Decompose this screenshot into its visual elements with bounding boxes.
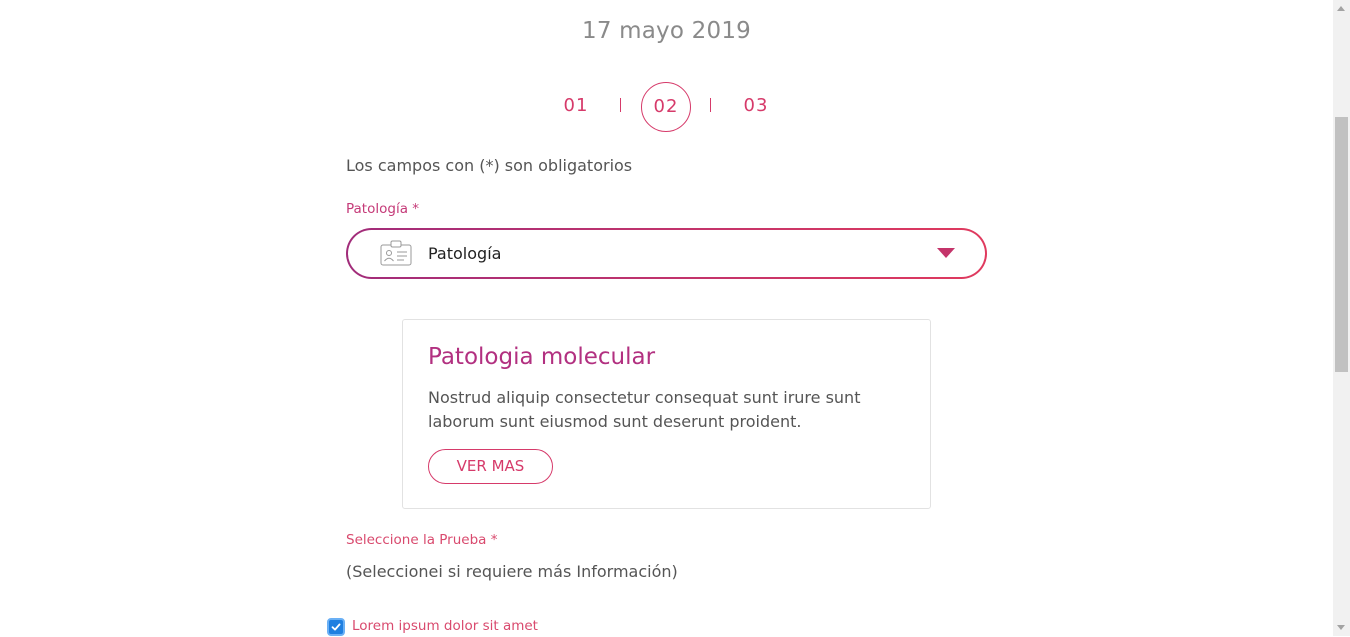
pathology-select-field[interactable]: Patología [348, 230, 985, 277]
step-1[interactable]: 01 [551, 82, 601, 132]
vertical-scrollbar[interactable] [1333, 0, 1350, 636]
test-option-checkbox[interactable] [327, 618, 345, 636]
scrollbar-thumb[interactable] [1335, 117, 1348, 372]
pathology-info-card: Patologia molecular Nostrud aliquip cons… [402, 319, 931, 509]
see-more-button[interactable]: VER MAS [428, 449, 553, 484]
test-label: Seleccione la Prueba * [346, 532, 498, 548]
test-hint: (Seleccionei si requiere más Información… [346, 562, 678, 581]
scroll-down-arrow-icon[interactable] [1337, 625, 1345, 630]
pathology-select-value: Patología [428, 244, 502, 263]
appointment-date: 17 mayo 2019 [581, 18, 751, 44]
step-indicator: 01 02 03 [0, 82, 1333, 132]
required-fields-note: Los campos con (*) son obligatorios [346, 156, 633, 175]
step-separator [710, 98, 711, 112]
page-content: 17 mayo 2019 01 02 03 Los campos con (*)… [0, 0, 1333, 636]
card-description: Nostrud aliquip consectetur consequat su… [428, 388, 861, 431]
test-option-label[interactable]: Lorem ipsum dolor sit amet [352, 618, 538, 634]
pathology-label: Patología * [346, 201, 420, 217]
step-2-current[interactable]: 02 [641, 82, 691, 132]
step-separator [620, 98, 621, 112]
checkmark-icon [331, 623, 341, 631]
pathology-select[interactable]: Patología [346, 228, 987, 279]
step-3[interactable]: 03 [731, 82, 781, 132]
caret-down-icon[interactable] [937, 248, 955, 258]
card-title: Patologia molecular [428, 344, 656, 370]
scroll-up-arrow-icon[interactable] [1337, 6, 1345, 11]
id-card-icon [380, 240, 412, 266]
